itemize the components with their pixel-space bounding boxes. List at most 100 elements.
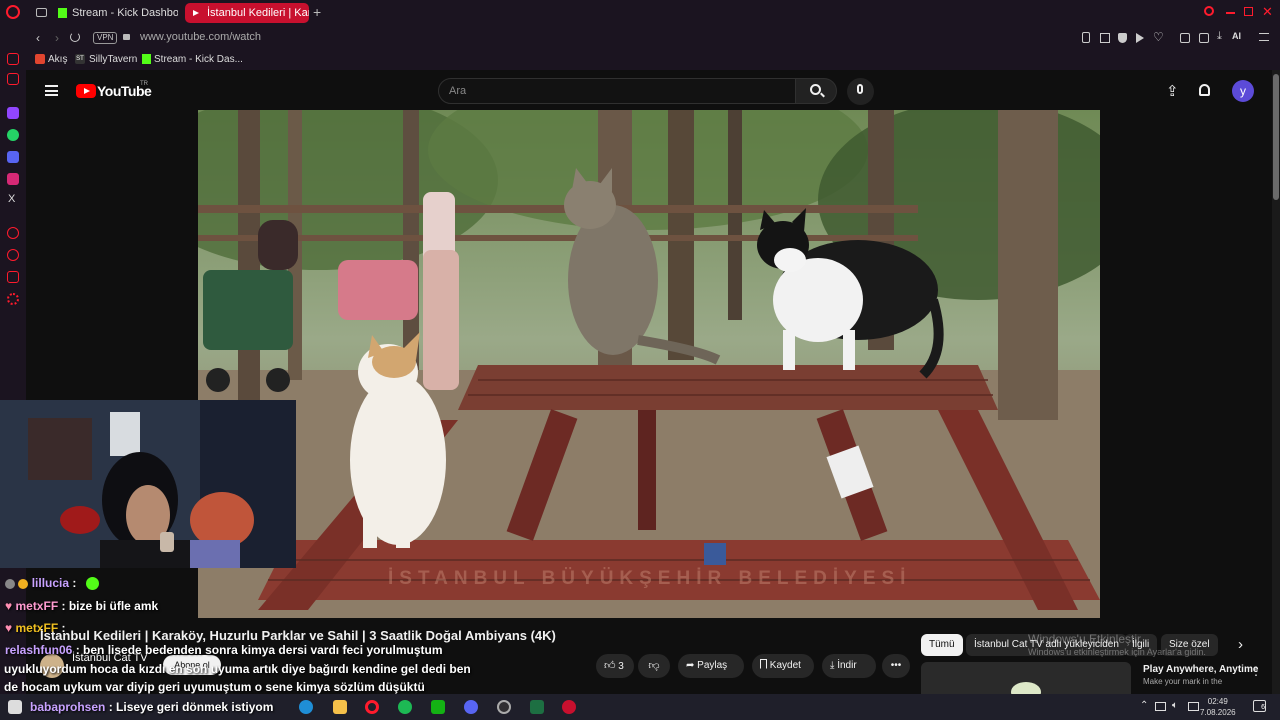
share-button[interactable]: ➦ Paylaş <box>678 654 744 678</box>
minimize-button[interactable] <box>1226 12 1235 14</box>
whatsapp-icon[interactable] <box>7 129 19 141</box>
chat-message: ♥ metxFF : bize bi üfle amk <box>5 599 158 613</box>
discord-icon[interactable] <box>7 151 19 163</box>
tab-label: İstanbul Kedileri | Karaköy, <box>207 7 309 19</box>
ai-sidebar-icon[interactable] <box>7 73 19 85</box>
reload-icon[interactable] <box>70 32 80 42</box>
recommendation-thumbnail[interactable] <box>921 662 1131 694</box>
recommendation-title[interactable]: Play Anywhere, Anytime <box>1143 664 1258 675</box>
webcam-frame <box>0 400 296 568</box>
download-icon[interactable]: ⤓ <box>1217 30 1222 43</box>
tray-network-icon[interactable] <box>1155 702 1166 711</box>
tray-overflow-icon[interactable]: ⌃ <box>1140 700 1148 711</box>
chat-message-continued: de hocam uykum var diyip geri uyumuştum … <box>4 680 425 694</box>
snapshot-icon[interactable] <box>1100 33 1110 43</box>
obs-icon[interactable] <box>497 700 511 714</box>
settings-gear-icon[interactable] <box>7 293 19 305</box>
tray-volume-icon[interactable]: 🔈︎ <box>1172 700 1178 711</box>
like-count: 3 <box>618 661 624 672</box>
close-window-button[interactable]: ✕ <box>1262 4 1273 20</box>
chat-message-continued: uyukluyordum hoca da kızdı en son uyuma … <box>4 662 471 676</box>
recommendation-more-icon[interactable]: ⋮ <box>1250 664 1262 678</box>
upload-icon[interactable]: ⇪ <box>1166 82 1179 100</box>
taskbar-clock[interactable]: 02:49 7.08.2026 <box>1200 696 1236 718</box>
bookmarks-panel-icon[interactable] <box>7 271 19 283</box>
notification-center-icon[interactable]: 6 <box>1253 700 1266 712</box>
twitch-icon[interactable] <box>7 107 19 119</box>
thumbs-up-icon: 👍︎ <box>604 660 616 672</box>
file-explorer-icon[interactable] <box>333 700 347 714</box>
more-actions-button[interactable]: ••• <box>882 654 910 678</box>
pin-icon[interactable] <box>1082 32 1090 43</box>
speed-dial-icon[interactable] <box>7 227 19 239</box>
table-engraving-text: İSTANBUL BÜYÜKŞEHİR BELEDİYESİ <box>388 568 912 589</box>
url-field[interactable]: www.youtube.com/watch <box>140 31 261 43</box>
maximize-button[interactable] <box>1244 7 1253 16</box>
history-icon[interactable] <box>7 249 19 261</box>
watermark-text: Windows'u etkinleştirmek için Ayarlar'a … <box>1028 647 1206 657</box>
razer-icon[interactable] <box>431 700 445 714</box>
bookmark-akis[interactable]: Akış <box>48 54 67 65</box>
player-icon[interactable] <box>1136 33 1144 43</box>
download-label: İndir <box>837 660 857 671</box>
heart-icon[interactable]: ♡ <box>1153 30 1164 44</box>
spotify-icon[interactable] <box>398 700 412 714</box>
dislike-button[interactable]: 👎︎ <box>638 654 670 678</box>
clock-date: 7.08.2026 <box>1200 708 1236 717</box>
voice-search-button[interactable] <box>847 78 874 105</box>
search-input[interactable]: Ara <box>438 78 796 104</box>
hamburger-menu-icon[interactable] <box>45 85 58 96</box>
media-player-icon[interactable] <box>562 700 576 714</box>
tray-display-icon[interactable] <box>1188 702 1199 711</box>
bookmark-akis-icon <box>35 54 45 64</box>
streamer-webcam-overlay <box>0 400 296 568</box>
wallet-icon[interactable] <box>1199 33 1209 43</box>
x-twitter-icon[interactable]: X <box>8 193 15 205</box>
shield-icon[interactable] <box>1118 33 1127 43</box>
chat-username: lillucia <box>31 576 70 590</box>
youtube-play-logo-icon <box>76 84 96 98</box>
heart-badge-icon: ♥ <box>5 599 13 613</box>
instagram-icon[interactable] <box>7 173 19 185</box>
download-button[interactable]: ⤓ İndir <box>822 654 876 678</box>
excel-icon[interactable] <box>530 700 544 714</box>
new-tab-button[interactable]: + <box>313 4 321 20</box>
video-player[interactable]: İSTANBUL BÜYÜKŞEHİR BELEDİYESİ <box>198 110 1100 618</box>
messenger-icon[interactable] <box>7 53 19 65</box>
forward-button[interactable]: › <box>55 31 59 45</box>
chat-separator: : <box>72 643 80 657</box>
thumbs-down-icon: 👎︎ <box>648 660 660 672</box>
save-button[interactable]: Kaydet <box>752 654 814 678</box>
tab-kick-dashboard[interactable]: Stream - Kick Dashboard <box>50 3 178 23</box>
notification-count: 6 <box>1261 704 1265 711</box>
chips-next-arrow-icon[interactable]: › <box>1238 636 1243 653</box>
bookmark-kick[interactable]: Stream - Kick Das... <box>154 54 243 65</box>
video-frame-cats-park <box>198 110 1100 618</box>
start-button-icon[interactable] <box>8 700 22 714</box>
browser-sidebar: X <box>0 26 26 694</box>
search-button[interactable] <box>795 78 837 104</box>
video-title: İstanbul Kedileri | Karaköy, Huzurlu Par… <box>40 628 556 643</box>
easy-setup-icon[interactable] <box>1259 33 1269 41</box>
search-tabs-icon[interactable] <box>1204 6 1214 16</box>
chat-message: relashfun06 : ben lisede bedenden sonra … <box>5 643 443 657</box>
notifications-bell-icon[interactable] <box>1199 84 1210 96</box>
bookmark-sillytavern[interactable]: SillyTavern <box>89 54 137 65</box>
tab-youtube-video[interactable]: İstanbul Kedileri | Karaköy, <box>185 3 309 23</box>
like-button[interactable]: 👍︎ 3 <box>596 654 634 678</box>
aria-ai-button[interactable]: AI <box>1232 31 1241 41</box>
opera-taskbar-icon[interactable] <box>365 700 379 714</box>
edge-icon[interactable] <box>299 700 313 714</box>
chat-text: bize bi üfle amk <box>65 599 159 613</box>
account-avatar[interactable]: y <box>1232 80 1254 102</box>
opera-menu-icon[interactable] <box>6 5 20 19</box>
back-button[interactable]: ‹ <box>36 31 40 45</box>
chip-all[interactable]: Tümü <box>921 634 963 656</box>
vpn-badge[interactable]: VPN <box>93 32 118 44</box>
chat-text: Liseye geri dönmek istiyom <box>112 700 274 714</box>
tab-workspaces-icon[interactable] <box>36 8 47 17</box>
page-scrollbar-thumb[interactable] <box>1273 74 1279 200</box>
extensions-icon[interactable] <box>1180 33 1190 43</box>
discord-taskbar-icon[interactable] <box>464 700 478 714</box>
kick-favicon-icon <box>58 8 67 18</box>
